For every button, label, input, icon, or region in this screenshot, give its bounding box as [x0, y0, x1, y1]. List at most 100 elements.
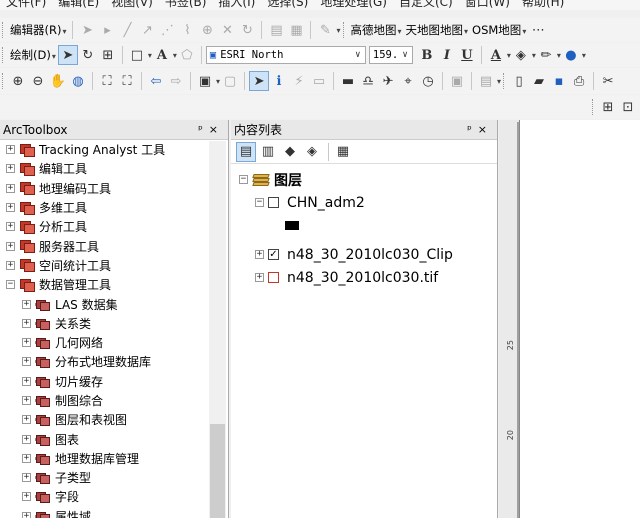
new-document-icon[interactable]: ▯ [509, 71, 529, 91]
zoom-whole-page-icon[interactable]: ⊞ [98, 45, 118, 65]
expand-icon[interactable]: + [22, 511, 31, 518]
reshape-icon[interactable]: ⌇ [177, 20, 197, 40]
toolbox-item[interactable]: + 属性域 [0, 507, 228, 518]
expand-icon[interactable]: + [22, 434, 31, 444]
expand-icon[interactable]: + [22, 318, 31, 328]
font-name-select[interactable]: ▣ ESRI North ∨ [205, 46, 366, 64]
layer-visibility-checkbox[interactable]: ✓ [268, 249, 279, 260]
edit-vertices-icon[interactable]: ⋰ [157, 20, 177, 40]
zoom-out-icon[interactable]: ⊖ [28, 71, 48, 91]
select-features-icon[interactable]: ▣ [195, 71, 215, 91]
layer-symbol-row[interactable] [239, 214, 497, 237]
layout-view[interactable] [499, 120, 640, 518]
toolbox-scrollbar[interactable] [209, 141, 226, 518]
expand-icon[interactable]: + [255, 273, 264, 282]
toolbox-item[interactable]: + 空间统计工具 [0, 256, 228, 275]
draw-menu-button[interactable]: 绘制(D)▾ [8, 47, 58, 63]
create-features-icon[interactable]: ✎ [315, 20, 335, 40]
toolbox-item[interactable]: + 子类型 [0, 468, 228, 487]
layer-row[interactable]: − CHN_adm2 [239, 191, 497, 214]
toolbox-item[interactable]: + 几何网络 [0, 333, 228, 352]
fill-color-icon[interactable]: ◈ [511, 45, 531, 65]
menu-customize[interactable]: 自定义(C) [399, 0, 453, 10]
identify-icon[interactable]: ℹ [269, 71, 289, 91]
expand-icon[interactable]: + [6, 183, 15, 193]
layout-zoom-out-icon[interactable]: ⊡ [618, 97, 638, 117]
select-elements-icon[interactable]: ➤ [57, 45, 78, 65]
layer-row[interactable]: + n48_30_2010lc030.tif [239, 266, 497, 289]
layer-row[interactable]: + ✓ n48_30_2010lc030_Clip [239, 243, 497, 266]
pan-icon[interactable]: ✋ [48, 71, 68, 91]
straight-segment-icon[interactable]: ╱ [117, 20, 137, 40]
clear-selection-icon[interactable]: ▢ [220, 71, 240, 91]
toolbox-item[interactable]: + 分析工具 [0, 217, 228, 236]
cut-icon[interactable]: ✂ [598, 71, 618, 91]
menu-edit[interactable]: 编辑(E) [58, 0, 99, 10]
font-size-select[interactable]: 159. ∨ [368, 46, 413, 64]
zoom-in-icon[interactable]: ⊕ [8, 71, 28, 91]
edit-tool-icon[interactable]: ➤ [77, 20, 97, 40]
toolbox-item[interactable]: + 编辑工具 [0, 159, 228, 178]
edit-annotation-icon[interactable]: ▸ [97, 20, 117, 40]
menu-help[interactable]: 帮助(H) [522, 0, 564, 10]
scrollbar-thumb[interactable] [210, 424, 225, 518]
close-icon[interactable]: × [209, 123, 224, 136]
expand-icon[interactable]: + [22, 453, 31, 463]
sketch-properties-icon[interactable]: ▦ [286, 20, 306, 40]
expand-icon[interactable]: + [22, 376, 31, 386]
expand-icon[interactable]: + [22, 492, 31, 502]
osm-map-button[interactable]: OSM地图▾ [470, 22, 528, 38]
html-popup-icon[interactable]: ▭ [309, 71, 329, 91]
expand-icon[interactable]: + [22, 338, 31, 348]
expand-icon[interactable]: + [6, 145, 15, 155]
measure-icon[interactable]: ▬ [338, 71, 358, 91]
attributes-icon[interactable]: ▤ [266, 20, 286, 40]
text-icon[interactable]: A [152, 45, 172, 65]
menu-bookmarks[interactable]: 书签(B) [165, 0, 207, 10]
expand-icon[interactable]: + [6, 241, 15, 251]
list-by-source-icon[interactable]: ▥ [258, 142, 278, 162]
edit-vertices-draw-icon[interactable]: ⬠ [177, 45, 197, 65]
layout-zoom-icon[interactable]: ⊞ [598, 97, 618, 117]
toolbar-grip[interactable] [2, 73, 5, 89]
expand-icon[interactable]: + [22, 357, 31, 367]
collapse-icon[interactable]: − [6, 280, 15, 290]
expand-icon[interactable]: + [6, 164, 15, 174]
expand-icon[interactable]: + [22, 299, 31, 309]
close-icon[interactable]: × [478, 123, 493, 136]
toolbox-item[interactable]: + Tracking Analyst 工具 [0, 140, 228, 159]
back-icon[interactable]: ⇦ [146, 71, 166, 91]
select-elements-tool-icon[interactable]: ➤ [249, 71, 270, 91]
page-frame[interactable] [519, 120, 640, 518]
menu-file[interactable]: 文件(F) [6, 0, 46, 10]
layer-visibility-checkbox[interactable] [268, 272, 279, 283]
expand-icon[interactable]: + [6, 260, 15, 270]
list-by-drawing-order-icon[interactable]: ▤ [236, 141, 256, 162]
layer-visibility-checkbox[interactable] [268, 197, 279, 208]
toolbox-item[interactable]: + 关系类 [0, 314, 228, 333]
find-route-icon[interactable]: ✈ [378, 71, 398, 91]
chevron-down-icon[interactable]: ▾ [336, 26, 340, 35]
expand-icon[interactable]: + [22, 396, 31, 405]
hyperlink-icon[interactable]: ⚡ [289, 71, 309, 91]
toolbox-item[interactable]: + 图层和表视图 [0, 410, 228, 429]
fixed-zoom-out-icon[interactable]: ⛶ [117, 71, 137, 91]
editor-misc-icon[interactable]: ▤ [476, 71, 496, 91]
list-by-selection-icon[interactable]: ◈ [302, 142, 322, 162]
toolbar-grip[interactable] [2, 47, 5, 63]
create-viewer-icon[interactable]: ▣ [447, 71, 467, 91]
fixed-zoom-in-icon[interactable]: ⛶ [97, 71, 117, 91]
marker-color-icon[interactable]: ● [561, 45, 581, 65]
cut-polygons-icon[interactable]: ✕ [217, 20, 237, 40]
tianditu-map-button[interactable]: 天地图地图▾ [404, 22, 471, 38]
go-to-xy-icon[interactable]: ⌖ [398, 71, 418, 91]
font-color-icon[interactable]: A [486, 45, 506, 65]
split-icon[interactable]: ⊕ [197, 20, 217, 40]
time-slider-icon[interactable]: ◷ [418, 71, 438, 91]
save-icon[interactable]: ▪ [549, 71, 569, 91]
menu-geoprocessing[interactable]: 地理处理(G) [320, 0, 387, 10]
more-icon[interactable]: ⋯ [528, 20, 548, 40]
menu-view[interactable]: 视图(V) [111, 0, 153, 10]
toolbox-item[interactable]: + 多维工具 [0, 198, 228, 217]
toolbox-item[interactable]: + 分布式地理数据库 [0, 352, 228, 371]
